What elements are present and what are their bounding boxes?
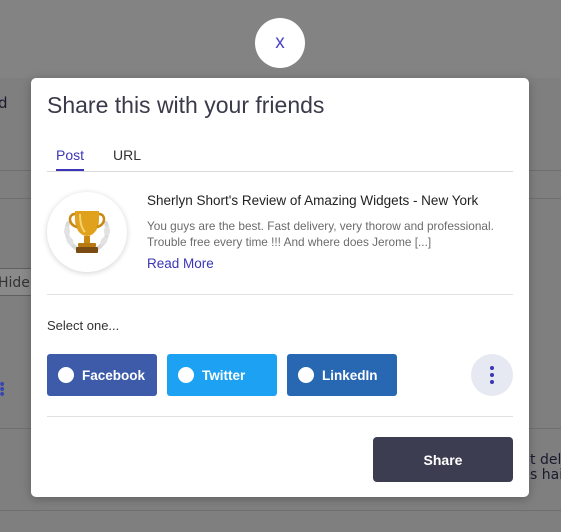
linkedin-label: LinkedIn <box>322 367 378 383</box>
close-label: x <box>275 32 285 53</box>
more-options-button[interactable] <box>471 354 513 396</box>
twitter-option[interactable]: Twitter <box>167 354 277 396</box>
modal-title: Share this with your friends <box>47 92 325 118</box>
review-preview: Sherlyn Short's Review of Amazing Widget… <box>47 190 513 295</box>
background-menu-icon[interactable]: ••• <box>0 378 6 402</box>
facebook-label: Facebook <box>82 367 146 383</box>
share-modal: Share this with your friends Post URL Sh… <box>31 78 529 497</box>
footer-divider <box>47 416 513 417</box>
linkedin-radio[interactable] <box>298 367 314 383</box>
twitter-radio[interactable] <box>178 367 194 383</box>
review-title: Sherlyn Short's Review of Amazing Widget… <box>147 193 479 208</box>
background-divider <box>0 510 561 511</box>
background-text: t del <box>530 452 561 468</box>
background-hide-button[interactable]: Hide <box>0 268 34 296</box>
kebab-menu-icon <box>490 366 494 370</box>
facebook-radio[interactable] <box>58 367 74 383</box>
share-tabs: Post URL <box>47 146 513 172</box>
background-text: d <box>0 94 8 112</box>
twitter-label: Twitter <box>202 367 246 383</box>
close-button[interactable]: x <box>255 18 305 68</box>
kebab-menu-icon <box>490 373 494 377</box>
background-text: s hai <box>530 467 561 483</box>
facebook-option[interactable]: Facebook <box>47 354 157 396</box>
trophy-icon <box>47 192 127 272</box>
tab-url[interactable]: URL <box>113 146 141 170</box>
review-excerpt: You guys are the best. Fast delivery, ve… <box>147 219 494 249</box>
share-button[interactable]: Share <box>373 437 513 482</box>
read-more-link[interactable]: Read More <box>147 256 214 271</box>
kebab-menu-icon <box>490 380 494 384</box>
tab-post[interactable]: Post <box>56 146 85 171</box>
linkedin-option[interactable]: LinkedIn <box>287 354 397 396</box>
select-label: Select one... <box>47 318 120 333</box>
